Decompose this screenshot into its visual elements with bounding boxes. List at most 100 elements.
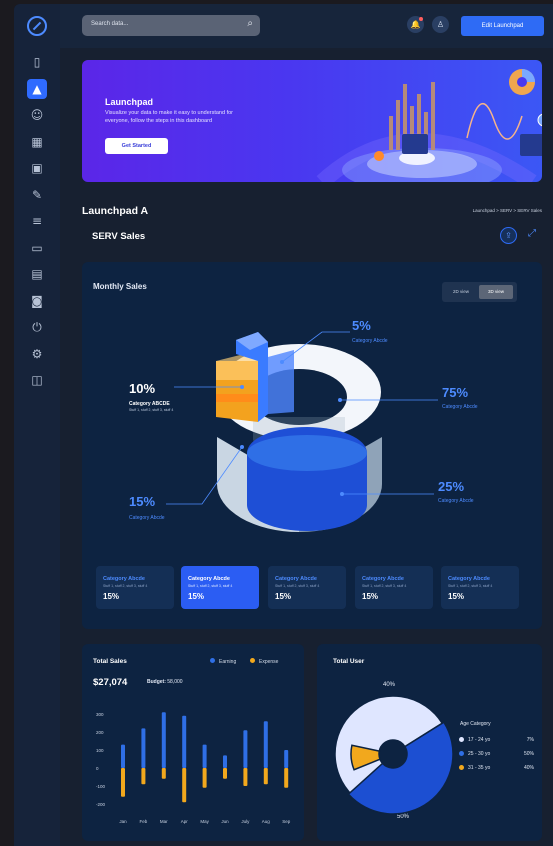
sidebar-monitor-icon[interactable]: ▭ [27, 238, 47, 258]
age-swatch [459, 737, 464, 742]
x-tick-label: Aug [262, 819, 271, 824]
age-label: 25 - 30 yo [468, 751, 491, 757]
search-input[interactable]: Search data... ⌕ [82, 15, 260, 36]
x-tick-label: Mar [160, 819, 168, 824]
search-placeholder: Search data... [91, 21, 129, 27]
banner-title: Launchpad [105, 97, 154, 107]
sidebar-document-icon[interactable]: ▤ [27, 264, 47, 284]
edit-launchpad-button[interactable]: Edit Launchpad [461, 16, 544, 36]
callout-sub: Stuff 1, stuff 2, stuff 3, stuff 4 [129, 408, 173, 412]
callout-label: Category Abcde [442, 404, 478, 410]
card-title: Category Abcde [188, 576, 230, 582]
get-started-button[interactable]: Get Started [105, 138, 168, 154]
upload-icon[interactable]: ⇪ [500, 227, 517, 244]
expand-icon[interactable]: ⤢ [528, 228, 536, 239]
y-tick-label: 200 [96, 730, 104, 735]
callout-value: 5% [352, 318, 371, 333]
earning-bar [161, 712, 166, 768]
expense-bar [263, 768, 268, 785]
search-icon[interactable]: ⌕ [247, 18, 253, 29]
category-card[interactable]: Category Abcde Stuff 1, stuff 2, stuff 3… [441, 566, 519, 609]
x-tick-label: Apr [181, 819, 189, 824]
earning-bar [263, 721, 268, 768]
expense-bar [161, 768, 166, 779]
callout-label: Category ABCDE [129, 401, 170, 407]
age-swatch [459, 765, 464, 770]
expense-bar [141, 768, 146, 785]
earning-bar [182, 715, 187, 768]
earning-bar [202, 744, 207, 768]
monthly-sales-panel: Monthly Sales 2D view 3D view 5% Categor… [82, 262, 542, 629]
callout-value: 10% [129, 381, 155, 396]
earning-bar [223, 755, 227, 768]
expense-bar [243, 768, 248, 786]
sidebar-audio-icon[interactable]: ≡ [27, 211, 47, 231]
expense-bar [182, 768, 187, 803]
x-tick-label: Jun [221, 819, 229, 824]
card-value: 15% [362, 592, 379, 601]
x-tick-label: May [200, 819, 209, 824]
callout-value: 25% [438, 479, 464, 494]
card-value: 15% [103, 592, 120, 601]
banner-description: Visualize your data to make it easy to u… [105, 110, 233, 124]
sidebar-launchpad-icon[interactable]: ▲ [27, 78, 47, 99]
page-title: Launchpad A [82, 205, 149, 217]
sidebar-edit-icon[interactable]: ✎ [27, 185, 47, 205]
age-label: 17 - 24 yo [468, 737, 491, 743]
card-subtitle: Stuff 1, stuff 2, stuff 3, stuff 4 [362, 584, 407, 588]
age-swatch [459, 751, 464, 756]
card-title: Category Abcde [362, 576, 404, 582]
age-label: 31 - 35 yo [468, 765, 491, 771]
user-label-bottom: 50% [397, 814, 410, 820]
user-label-top: 40% [383, 682, 396, 688]
category-cards: Category Abcde Stuff 1, stuff 2, stuff 3… [96, 566, 534, 610]
card-value: 15% [188, 592, 205, 601]
card-title: Category Abcde [275, 576, 317, 582]
banner-illustration [316, 69, 542, 182]
bell-icon[interactable]: 🔔 [407, 16, 424, 33]
earning-bar [284, 750, 289, 768]
user-icon[interactable]: ♙ [432, 16, 449, 33]
total-sales-panel: Total Sales Earning Expense $27,074 Budg… [82, 644, 304, 841]
total-sales-chart: 300 200 100 0 -100 -200 Jan Feb Mar Apr May Jun July… [96, 712, 291, 824]
total-user-chart: 40% 50% [334, 682, 454, 820]
callout-label: Category Abcde [438, 498, 474, 504]
sidebar-camera-icon[interactable]: ◙ [27, 291, 47, 311]
sidebar-presentation-icon[interactable]: ◫ [27, 370, 47, 390]
card-subtitle: Stuff 1, stuff 2, stuff 3, stuff 4 [275, 584, 320, 588]
y-tick-label: 100 [96, 748, 104, 753]
sidebar-home-icon[interactable]: ▯ [27, 52, 47, 72]
main-content: Search data... ⌕ 🔔 ♙ Edit Launchpad Laun… [60, 4, 553, 846]
category-card[interactable]: Category Abcde Stuff 1, stuff 2, stuff 3… [268, 566, 346, 609]
sidebar-image-icon[interactable]: ▣ [27, 158, 47, 178]
age-percent: 40% [523, 765, 534, 771]
y-tick-label: 0 [96, 766, 99, 771]
notification-dot [419, 17, 423, 21]
section-title: SERV Sales [92, 231, 146, 242]
sidebar-settings-icon[interactable]: ⚙ [27, 344, 47, 364]
age-category-title: Age Category [460, 721, 491, 727]
y-tick-label: 300 [96, 712, 104, 717]
sidebar: ▯ ▲ ☺ ▦ ▣ ✎ ≡ ▭ ▤ ◙ ⏻ ⚙ ◫ [14, 4, 60, 846]
earning-bar [243, 730, 248, 768]
callout-dot [240, 385, 244, 389]
callout-value: 15% [129, 494, 155, 509]
sidebar-table-icon[interactable]: ▦ [27, 132, 47, 152]
callout-value: 75% [442, 385, 468, 400]
monthly-sales-chart: 5% Category Abcde 10% Category ABCDEStuff 1… [129, 318, 478, 533]
logo-icon[interactable] [27, 16, 47, 36]
category-card[interactable]: Category Abcde Stuff 1, stuff 2, stuff 3… [355, 566, 433, 609]
app-window: ▯ ▲ ☺ ▦ ▣ ✎ ≡ ▭ ▤ ◙ ⏻ ⚙ ◫ Search data...… [14, 4, 553, 846]
x-tick-label: Feb [140, 819, 148, 824]
category-card-active[interactable]: Category Abcde Stuff 1, stuff 2, stuff 3… [181, 566, 259, 609]
callout-dot [280, 360, 284, 364]
sidebar-power-icon[interactable]: ⏻ [27, 317, 47, 337]
segment-25-top [247, 435, 367, 471]
card-title: Category Abcde [103, 576, 145, 582]
card-subtitle: Stuff 1, stuff 2, stuff 3, stuff 4 [103, 584, 148, 588]
category-card[interactable]: Category Abcde Stuff 1, stuff 2, stuff 3… [96, 566, 174, 609]
sidebar-users-icon[interactable]: ☺ [27, 105, 47, 125]
breadcrumb[interactable]: Launchpad > SERV > SERV Sales [473, 208, 542, 213]
expense-bar [202, 768, 207, 788]
callout-dot [240, 445, 244, 449]
